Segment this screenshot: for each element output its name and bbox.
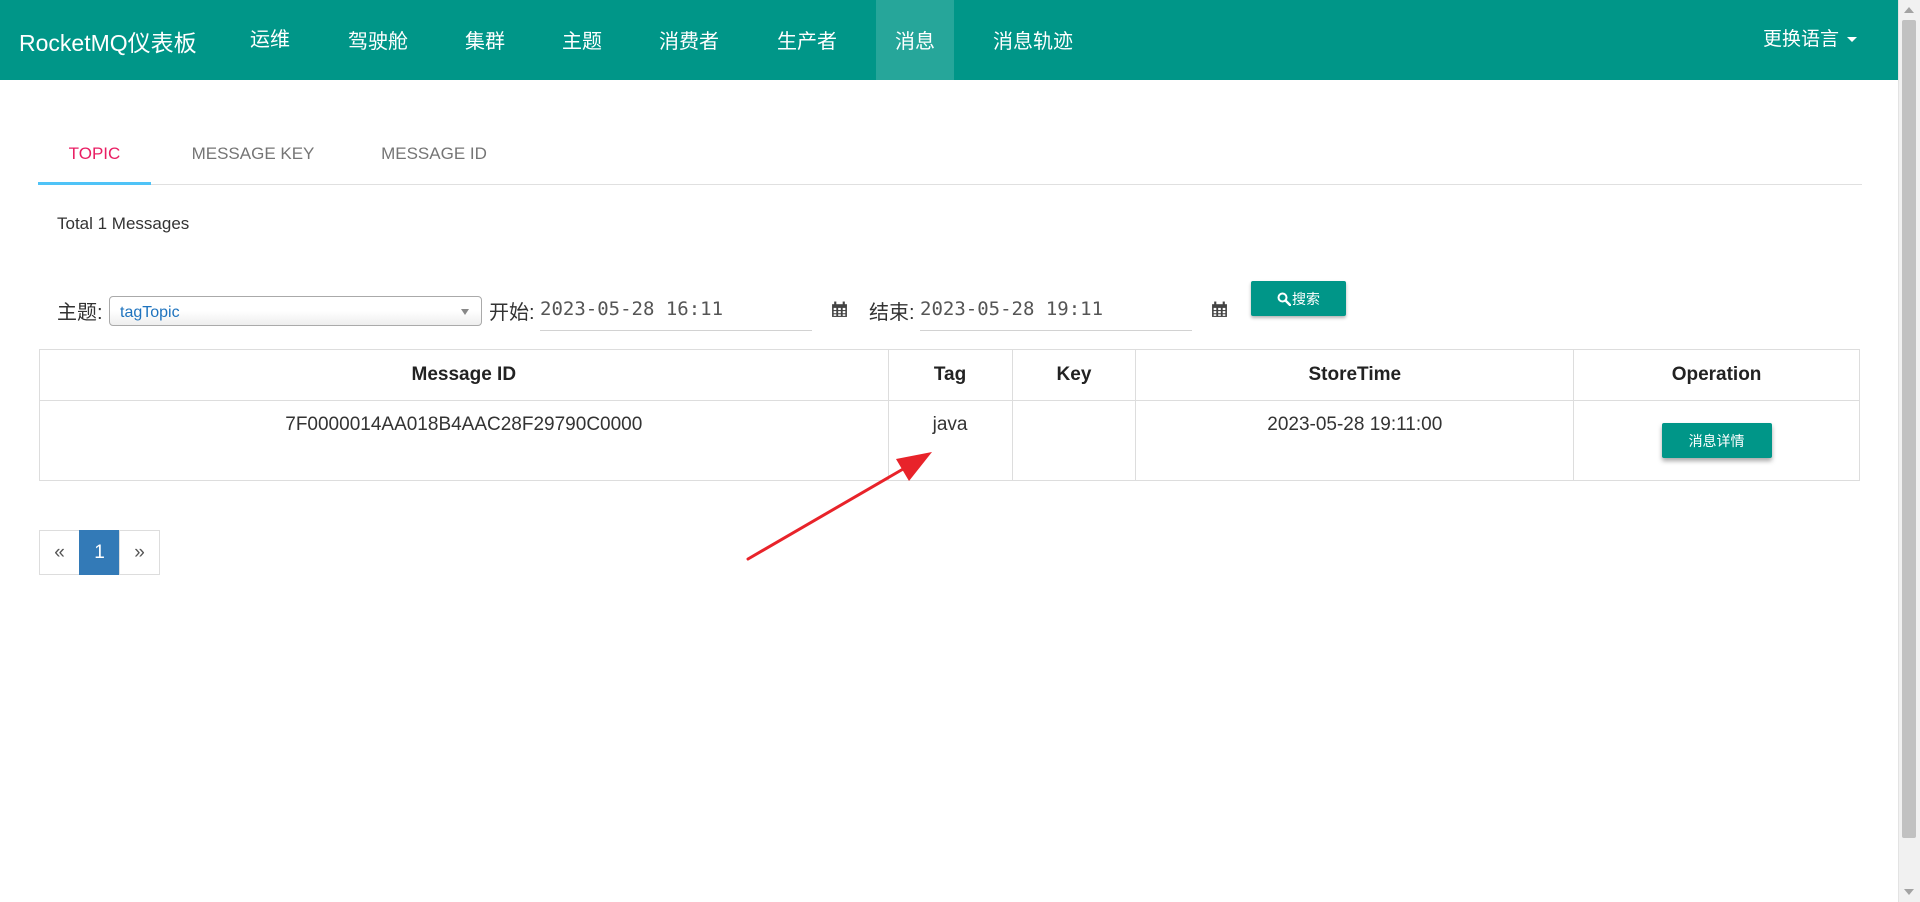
language-dropdown[interactable]: 更换语言 [1763,24,1858,51]
end-time-label: 结束: [869,302,915,324]
search-button[interactable]: 搜索 [1251,281,1346,316]
column-header-key: Key [1011,349,1137,401]
message-detail-button[interactable]: 消息详情 [1661,423,1772,458]
pagination-prev[interactable]: « [39,530,80,575]
brand-title[interactable]: RocketMQ仪表板 [19,24,197,58]
end-time-input[interactable] [920,288,1192,331]
table-header-row: Message ID Tag Key StoreTime Operation [39,349,1860,401]
column-header-message-id: Message ID [39,349,889,401]
begin-time-label: 开始: [489,302,535,324]
pagination-page-current[interactable]: 1 [79,530,120,575]
top-navbar: RocketMQ仪表板 运维 驾驶舱 集群 主题 消费者 生产者 消息 消息轨迹… [0,0,1898,80]
cell-store-time: 2023-05-28 19:11:00 [1135,400,1575,481]
total-messages-count: Total 1 Messages [57,214,190,233]
nav-item-topic[interactable]: 主题 [549,0,615,80]
pagination: « 1 » [39,530,160,575]
annotation-arrow-icon [746,452,932,561]
begin-time-input[interactable] [540,288,812,331]
table-row: 7F0000014AA018B4AAC28F29790C0000 java 20… [39,400,1860,481]
nav-item-cluster[interactable]: 集群 [452,0,518,80]
topic-label: 主题: [57,302,103,324]
message-table: Message ID Tag Key StoreTime Operation 7… [39,349,1860,481]
column-header-store-time: StoreTime [1135,349,1575,401]
column-header-tag: Tag [887,349,1013,401]
scroll-down-arrow-icon[interactable] [1904,889,1914,895]
cell-operation: 消息详情 [1573,400,1860,481]
nav-item-consumer[interactable]: 消费者 [646,0,732,80]
column-header-operation: Operation [1573,349,1860,401]
nav-item-ops[interactable]: 运维 [233,0,307,80]
tab-message-key[interactable]: MESSAGE KEY [175,122,331,184]
nav-item-message[interactable]: 消息 [876,0,954,80]
nav-item-producer[interactable]: 生产者 [764,0,850,80]
calendar-icon[interactable] [1211,301,1228,318]
tab-message-id[interactable]: MESSAGE ID [359,122,509,184]
caret-down-icon [1847,37,1858,43]
query-tabs: TOPIC MESSAGE KEY MESSAGE ID [38,122,1862,185]
tab-topic[interactable]: TOPIC [38,122,151,185]
calendar-icon[interactable] [831,301,848,318]
cell-key [1011,400,1137,481]
dropdown-arrow-icon [461,309,469,315]
search-button-label: 搜索 [1292,290,1320,307]
search-icon [1277,292,1291,306]
nav-item-dashboard[interactable]: 驾驶舱 [338,0,418,80]
topic-select-value: tagTopic [120,304,180,321]
scroll-up-arrow-icon[interactable] [1904,7,1914,13]
vertical-scrollbar[interactable] [1898,0,1920,902]
topic-select[interactable]: tagTopic [109,296,482,326]
pagination-next[interactable]: » [119,530,160,575]
scroll-thumb[interactable] [1902,20,1916,838]
nav-item-message-trace[interactable]: 消息轨迹 [983,0,1083,80]
language-label: 更换语言 [1763,29,1840,50]
